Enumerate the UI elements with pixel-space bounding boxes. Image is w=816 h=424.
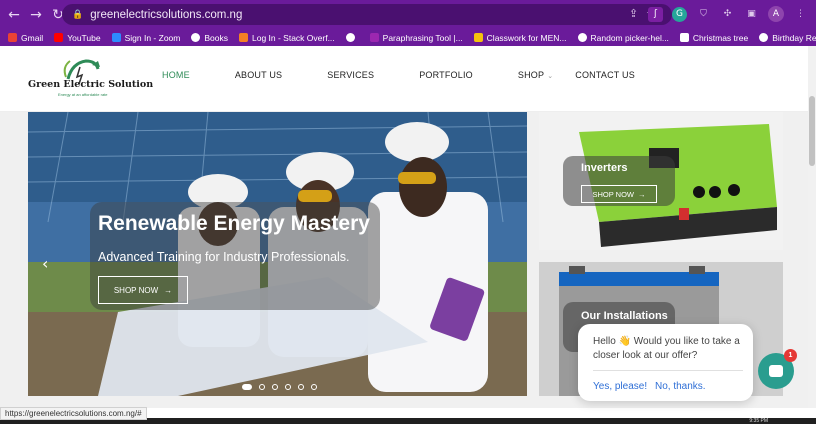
nav-portfolio[interactable]: PORTFOLIO [419,70,473,80]
hero-subtitle: Advanced Training for Industry Professio… [98,250,350,264]
status-url: https://greenelectricsolutions.com.ng/# [0,407,147,420]
hero-title: Renewable Energy Mastery [98,212,370,235]
kebab-menu-icon[interactable]: ⋮ [793,7,808,22]
document-icon [679,33,689,42]
bookmark-youtube[interactable]: YouTube [54,33,101,43]
chat-popup: Hello 👋 Would you like to take a closer … [578,324,753,401]
slider-dots [242,384,317,390]
nav-about-us[interactable]: ABOUT US [235,70,282,80]
chat-bubble-icon [769,365,783,377]
site-header: Green Electric Solution Energy at an aff… [0,46,808,112]
bookmark-classwork[interactable]: Classwork for MEN... [473,33,567,43]
slider-dot[interactable] [285,384,291,390]
gmail-icon [8,33,17,42]
puzzle-icon[interactable]: ✣ [720,7,735,22]
bookmarks-bar: Gmail YouTube Sign In - Zoom Books Log I… [0,29,816,46]
chevron-down-icon: ⌄ [547,73,554,80]
nav-home[interactable]: HOME [162,70,190,80]
globe-icon [345,33,355,42]
slider-dot[interactable] [311,384,317,390]
back-arrow-icon[interactable]: ← [4,7,24,23]
share-icon[interactable]: ⇪ [629,7,638,20]
classroom-icon [473,33,483,42]
bookmark-books[interactable]: Books [191,33,228,43]
url-text: greenelectricsolutions.com.ng [90,8,243,21]
globe-icon [759,33,769,42]
page-scrollbar[interactable] [808,46,816,408]
stackoverflow-icon [238,33,248,42]
nav-shop[interactable]: SHOP ⌄ [518,70,553,80]
card-title: Inverters [581,162,628,174]
grammarly-icon[interactable]: G [672,6,687,22]
card-title: Our Installations [581,310,668,322]
lock-icon: 🔒 [72,9,84,20]
chat-divider [593,370,743,371]
bookmark-paraphrasing[interactable]: Paraphrasing Tool |... [369,33,463,43]
chat-unread-badge: 1 [784,349,797,362]
slider-dot[interactable] [259,384,265,390]
bookmark-random-picker[interactable]: Random picker-hel... [577,33,669,43]
youtube-icon [54,33,64,42]
bookmark-gmail[interactable]: Gmail [8,33,43,43]
slider-dot[interactable] [298,384,304,390]
extensions-bar: ʃ G ⛉ ✣ ▣ A ⋮ [648,6,808,22]
logo-text: Green Electric Solution [28,79,154,90]
chat-yes-button[interactable]: Yes, please! [593,381,647,392]
google-icon [191,33,201,42]
arrow-right-icon: → [164,285,173,295]
forward-arrow-icon[interactable]: → [26,7,46,23]
bookmark-zoom[interactable]: Sign In - Zoom [111,33,180,43]
slider-prev-icon[interactable]: ‹ [42,254,48,273]
extension-icon[interactable]: ʃ [648,6,663,22]
chat-message: Hello 👋 Would you like to take a closer … [593,336,740,361]
chat-no-button[interactable]: No, thanks. [655,381,706,392]
inverters-card[interactable]: Inverters SHOP NOW → [539,112,783,250]
slider-dot[interactable] [272,384,278,390]
inverters-shop-now-button[interactable]: SHOP NOW → [581,185,657,203]
scroll-thumb[interactable] [809,96,815,166]
bookmark-christmas-tree[interactable]: Christmas tree [679,33,748,43]
arrow-right-icon: → [638,189,646,199]
shield-icon[interactable]: ⛉ [696,7,711,22]
sidebar-icon[interactable]: ▣ [744,7,759,22]
main-nav: HOME ABOUT US SERVICES PORTFOLIO SHOP ⌄ C… [162,70,680,80]
zoom-icon [111,33,121,42]
hero-shop-now-button[interactable]: SHOP NOW → [98,276,188,304]
logo-tagline: Energy at an affordable rate [58,92,108,97]
bookmark-stackoverflow[interactable]: Log In - Stack Overf... [238,33,335,43]
paraphrasing-icon [369,33,379,42]
bookmark-globe[interactable] [345,33,359,42]
globe-icon [577,33,587,42]
taskbar-clock: 9:35 PM [749,418,768,424]
hero-slider[interactable]: Renewable Energy Mastery Advanced Traini… [28,112,527,396]
slider-dot[interactable] [242,384,252,390]
bookmark-birthday[interactable]: Birthday Reminder-... [759,33,816,43]
nav-contact-us[interactable]: CONTACT US [575,70,635,80]
address-bar[interactable]: 🔒 greenelectricsolutions.com.ng [62,4,672,25]
profile-avatar[interactable]: A [768,6,784,22]
nav-services[interactable]: SERVICES [327,70,374,80]
